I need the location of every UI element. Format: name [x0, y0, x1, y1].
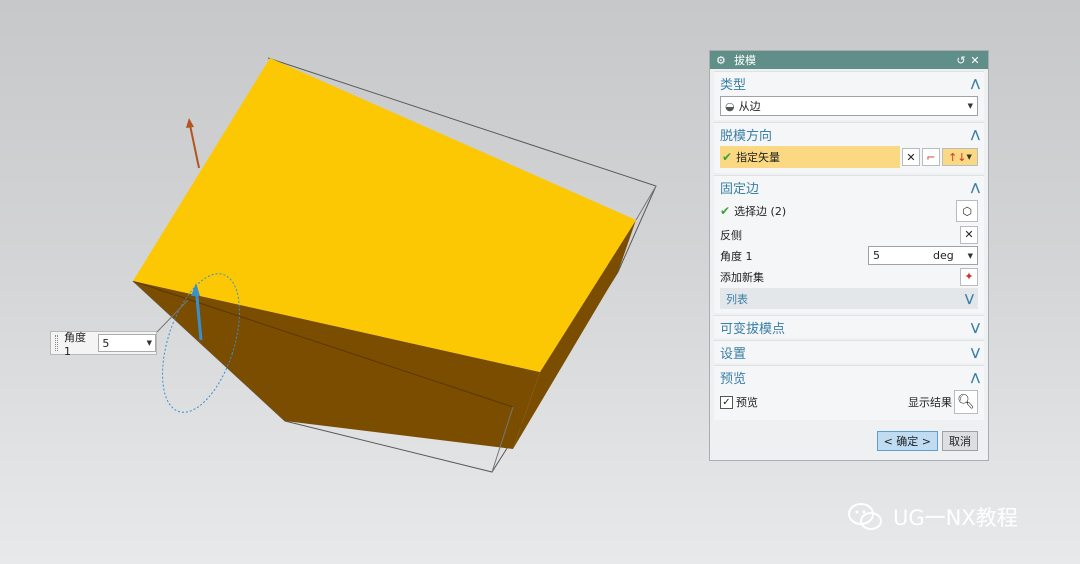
reverse-direction-icon[interactable]: ✕ — [902, 148, 920, 166]
section-variable-points: 可变拔模点 ⋁ — [714, 315, 984, 338]
preview-checkbox-label: 预览 — [736, 396, 758, 409]
draft-dialog: ⚙ 拔模 ↺ ✕ 类型 ⋀ ◒ 从边 ▼ 脱模方向 ⋀ ✔ 指定矢量 ✕ ⌐ ↑… — [709, 50, 989, 461]
section-settings-title: 设置 — [720, 346, 747, 362]
chevron-down-icon[interactable]: ▼ — [968, 252, 973, 260]
chevron-up-icon[interactable]: ⋀ — [971, 77, 980, 90]
type-select[interactable]: ◒ 从边 ▼ — [720, 96, 978, 116]
check-icon: ✔ — [720, 204, 731, 218]
dialog-titlebar[interactable]: ⚙ 拔模 ↺ ✕ — [710, 51, 988, 69]
cancel-button[interactable]: 取消 — [942, 431, 978, 451]
preview-checkbox[interactable]: ✓ — [720, 395, 733, 409]
reverse-side-icon[interactable]: ✕ — [960, 225, 978, 244]
angle-value[interactable]: 5 — [873, 249, 933, 262]
section-type-title: 类型 — [720, 77, 747, 93]
angle-unit: deg — [933, 249, 954, 262]
section-preview-header[interactable]: 预览 ⋀ — [714, 366, 984, 388]
chevron-up-icon[interactable]: ⋀ — [971, 181, 980, 194]
chevron-down-icon[interactable]: ⋁ — [971, 321, 980, 334]
angle-float-label: 角度 1 — [64, 330, 86, 358]
inferred-vector-icon[interactable]: ↑↓ ▼ — [942, 148, 978, 166]
ok-button[interactable]: < 确定 > — [876, 431, 938, 451]
magnifier-icon[interactable]: 🔍︎ — [954, 390, 978, 414]
section-draw-direction: 脱模方向 ⋀ ✔ 指定矢量 ✕ ⌐ ↑↓ ▼ — [714, 122, 984, 173]
show-result-label: 显示结果 — [908, 396, 952, 409]
chevron-down-icon[interactable]: ▼ — [968, 102, 973, 110]
list-label: 列表 — [726, 292, 748, 306]
vector-dialog-icon[interactable]: ⌐ — [922, 148, 940, 166]
section-fixed-edge-title: 固定边 — [720, 181, 760, 197]
chevron-down-icon[interactable]: ▼ — [147, 339, 152, 347]
type-select-value: 从边 — [738, 100, 761, 113]
wechat-icon — [848, 503, 882, 530]
chevron-down-icon[interactable]: ⋁ — [971, 346, 980, 359]
chevron-up-icon[interactable]: ⋀ — [971, 128, 980, 141]
dialog-footer: < 确定 > 取消 — [710, 422, 988, 460]
section-type: 类型 ⋀ ◒ 从边 ▼ — [714, 71, 984, 120]
section-fixed-edge-header[interactable]: 固定边 ⋀ — [714, 176, 984, 198]
reset-icon[interactable]: ↺ — [954, 54, 968, 67]
angle-float-input[interactable]: 角度 1 5 ▼ — [50, 330, 157, 358]
list-row[interactable]: 列表 ⋁ — [720, 288, 978, 309]
section-type-header[interactable]: 类型 ⋀ — [714, 72, 984, 94]
watermark-text: UG一NX教程 — [893, 506, 1018, 530]
select-edge-icon[interactable]: ⬡ — [956, 200, 978, 222]
dialog-title: 拔模 — [734, 54, 756, 67]
chevron-down-icon[interactable]: ⋁ — [965, 292, 974, 305]
add-set-label: 添加新集 — [720, 270, 764, 284]
close-icon[interactable]: ✕ — [968, 54, 982, 67]
section-preview: 预览 ⋀ ✓ 预览 显示结果 🔍︎ — [714, 365, 984, 420]
section-fixed-edge: 固定边 ⋀ ✔ 选择边 (2) ⬡ 反侧 ✕ 角度 1 5 deg ▼ 添加新集… — [714, 175, 984, 313]
draft-type-icon: ◒ — [725, 99, 735, 113]
section-variable-points-header[interactable]: 可变拔模点 ⋁ — [714, 316, 984, 338]
draw-direction-arrow[interactable] — [186, 118, 200, 169]
section-settings: 设置 ⋁ — [714, 340, 984, 363]
section-draw-direction-title: 脱模方向 — [720, 128, 773, 144]
specify-vector-label: 指定矢量 — [736, 151, 781, 164]
section-variable-points-title: 可变拔模点 — [720, 321, 786, 337]
watermark: UG一NX教程 — [847, 502, 1018, 532]
angle-label: 角度 1 — [720, 249, 753, 263]
add-set-icon[interactable]: ✦ — [960, 267, 978, 286]
section-settings-header[interactable]: 设置 ⋁ — [714, 341, 984, 363]
angle-float-field[interactable]: 5 ▼ — [98, 334, 157, 352]
section-preview-title: 预览 — [720, 371, 747, 387]
specify-vector-row[interactable]: ✔ 指定矢量 — [720, 146, 900, 168]
check-icon: ✔ — [722, 150, 733, 164]
angle-float-value[interactable]: 5 — [102, 337, 109, 350]
select-edge-label[interactable]: 选择边 (2) — [734, 203, 786, 219]
chevron-up-icon[interactable]: ⋀ — [971, 371, 980, 384]
drag-grip[interactable] — [55, 335, 58, 351]
angle-input[interactable]: 5 deg ▼ — [868, 246, 978, 265]
reverse-side-label: 反侧 — [720, 228, 742, 242]
section-draw-direction-header[interactable]: 脱模方向 ⋀ — [714, 123, 984, 145]
gear-icon[interactable]: ⚙ — [716, 54, 730, 67]
